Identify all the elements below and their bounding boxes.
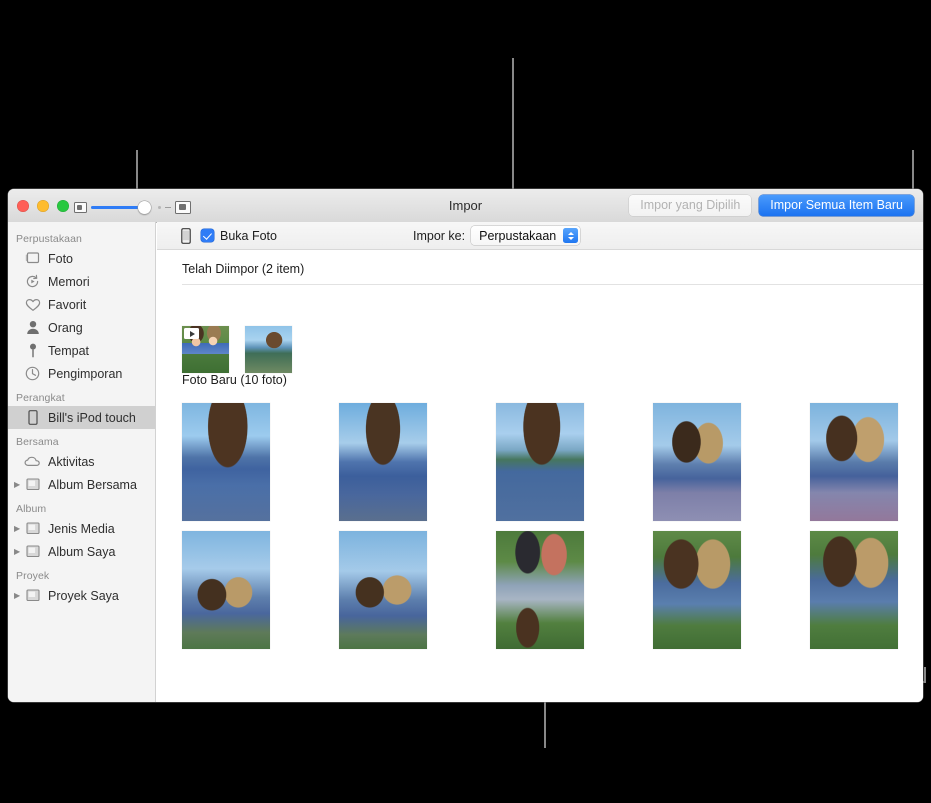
section-heading-imported: Telah Diimpor (2 item)	[182, 262, 304, 276]
slider-fill	[91, 206, 143, 209]
toolbar-buttons: Impor yang Dipilih Impor Semua Item Baru	[629, 195, 914, 216]
sidebar-group-header-albums: Album	[8, 496, 155, 517]
sidebar-item-foto[interactable]: Foto	[8, 247, 155, 270]
heart-icon	[24, 296, 41, 313]
imported-photo-thumbnail[interactable]	[245, 326, 292, 373]
thumbnail-size-control[interactable]	[74, 201, 191, 214]
video-badge-icon	[184, 328, 199, 339]
screenshot-root: Impor Impor yang Dipilih Impor S	[0, 0, 931, 803]
close-button[interactable]	[17, 200, 29, 212]
sidebar-group-header-devices: Perangkat	[8, 385, 155, 406]
disclosure-triangle-icon[interactable]: ▶	[14, 481, 23, 489]
import-to-label: Impor ke:	[413, 229, 465, 243]
sidebar-item-label: Album Saya	[48, 545, 115, 559]
new-photo-thumbnail[interactable]	[810, 531, 898, 649]
open-photos-label: Buka Foto	[220, 229, 277, 243]
slider-end-dot	[158, 206, 161, 209]
sidebar-group-header-library: Perpustakaan	[8, 226, 155, 247]
photos-icon	[24, 250, 41, 267]
cloud-icon	[24, 453, 41, 470]
sidebar-item-label: Foto	[48, 252, 73, 266]
sidebar-item-label: Orang	[48, 321, 83, 335]
sidebar-item-memori[interactable]: Memori	[8, 270, 155, 293]
sidebar-item-bills-ipod-touch[interactable]: Bill's iPod touch	[8, 406, 155, 429]
sidebar-item-label: Tempat	[48, 344, 89, 358]
sidebar-item-aktivitas[interactable]: Aktivitas	[8, 450, 155, 473]
traffic-light-buttons[interactable]	[17, 200, 69, 212]
toolbar-separator	[165, 207, 171, 208]
sidebar-item-label: Album Bersama	[48, 478, 137, 492]
album-icon	[24, 520, 41, 537]
import-to-value: Perpustakaan	[479, 229, 556, 243]
import-all-new-button[interactable]: Impor Semua Item Baru	[759, 195, 914, 216]
large-thumbnail-icon	[175, 201, 191, 214]
zoom-button[interactable]	[57, 200, 69, 212]
sidebar-item-label: Pengimporan	[48, 367, 122, 381]
sidebar-item-album-saya[interactable]: ▶ Album Saya	[8, 540, 155, 563]
small-thumbnail-icon	[74, 202, 87, 213]
import-to-popup[interactable]: Perpustakaan	[471, 226, 580, 245]
disclosure-triangle-icon[interactable]: ▶	[14, 592, 23, 600]
photos-import-window: Impor Impor yang Dipilih Impor S	[8, 189, 923, 702]
section-divider	[182, 284, 923, 285]
sidebar-item-label: Bill's iPod touch	[48, 411, 136, 425]
chevron-updown-icon[interactable]	[563, 228, 578, 243]
open-photos-checkbox[interactable]	[201, 229, 214, 242]
import-content-area: Buka Foto Impor ke: Perpustakaan Telah D…	[157, 222, 923, 702]
window-titlebar: Impor Impor yang Dipilih Impor S	[8, 189, 923, 223]
sidebar-item-label: Proyek Saya	[48, 589, 119, 603]
section-heading-new-photos: Foto Baru (10 foto)	[182, 373, 287, 387]
disclosure-triangle-icon[interactable]: ▶	[14, 548, 23, 556]
new-photo-thumbnail[interactable]	[182, 403, 270, 521]
sidebar-group-header-shared: Bersama	[8, 429, 155, 450]
ipod-icon	[24, 409, 41, 426]
import-selected-button[interactable]: Impor yang Dipilih	[629, 195, 751, 216]
new-photo-thumbnail[interactable]	[182, 531, 270, 649]
sidebar-item-label: Jenis Media	[48, 522, 115, 536]
sidebar-item-label: Favorit	[48, 298, 86, 312]
new-photo-thumbnail[interactable]	[810, 403, 898, 521]
sidebar-item-label: Memori	[48, 275, 90, 289]
sidebar-item-proyek-saya[interactable]: ▶ Proyek Saya	[8, 584, 155, 607]
iphone-device-icon	[181, 228, 191, 244]
memories-icon	[24, 273, 41, 290]
new-photo-thumbnail[interactable]	[653, 403, 741, 521]
new-photo-thumbnail[interactable]	[496, 531, 584, 649]
new-photo-thumbnail[interactable]	[339, 403, 427, 521]
sidebar-group-header-projects: Proyek	[8, 563, 155, 584]
imported-photo-thumbnail[interactable]	[182, 326, 229, 373]
new-photo-thumbnail[interactable]	[496, 403, 584, 521]
clock-icon	[24, 365, 41, 382]
slider-knob[interactable]	[138, 201, 151, 214]
disclosure-triangle-icon[interactable]: ▶	[14, 525, 23, 533]
new-photo-thumbnail[interactable]	[653, 531, 741, 649]
album-icon	[24, 476, 41, 493]
new-photo-thumbnail[interactable]	[339, 531, 427, 649]
sidebar-item-label: Aktivitas	[48, 455, 95, 469]
pin-icon	[24, 342, 41, 359]
sidebar-item-album-bersama[interactable]: ▶ Album Bersama	[8, 473, 155, 496]
sidebar-item-pengimporan[interactable]: Pengimporan	[8, 362, 155, 385]
sidebar: Perpustakaan Foto	[8, 222, 156, 702]
sidebar-item-tempat[interactable]: Tempat	[8, 339, 155, 362]
thumbnail-size-slider[interactable]	[91, 206, 151, 209]
minimize-button[interactable]	[37, 200, 49, 212]
album-icon	[24, 587, 41, 604]
sidebar-item-jenis-media[interactable]: ▶ Jenis Media	[8, 517, 155, 540]
sidebar-item-orang[interactable]: Orang	[8, 316, 155, 339]
person-icon	[24, 319, 41, 336]
import-to-control: Impor ke: Perpustakaan	[413, 222, 580, 249]
import-options-bar: Buka Foto Impor ke: Perpustakaan	[157, 222, 923, 250]
album-icon	[24, 543, 41, 560]
sidebar-item-favorit[interactable]: Favorit	[8, 293, 155, 316]
